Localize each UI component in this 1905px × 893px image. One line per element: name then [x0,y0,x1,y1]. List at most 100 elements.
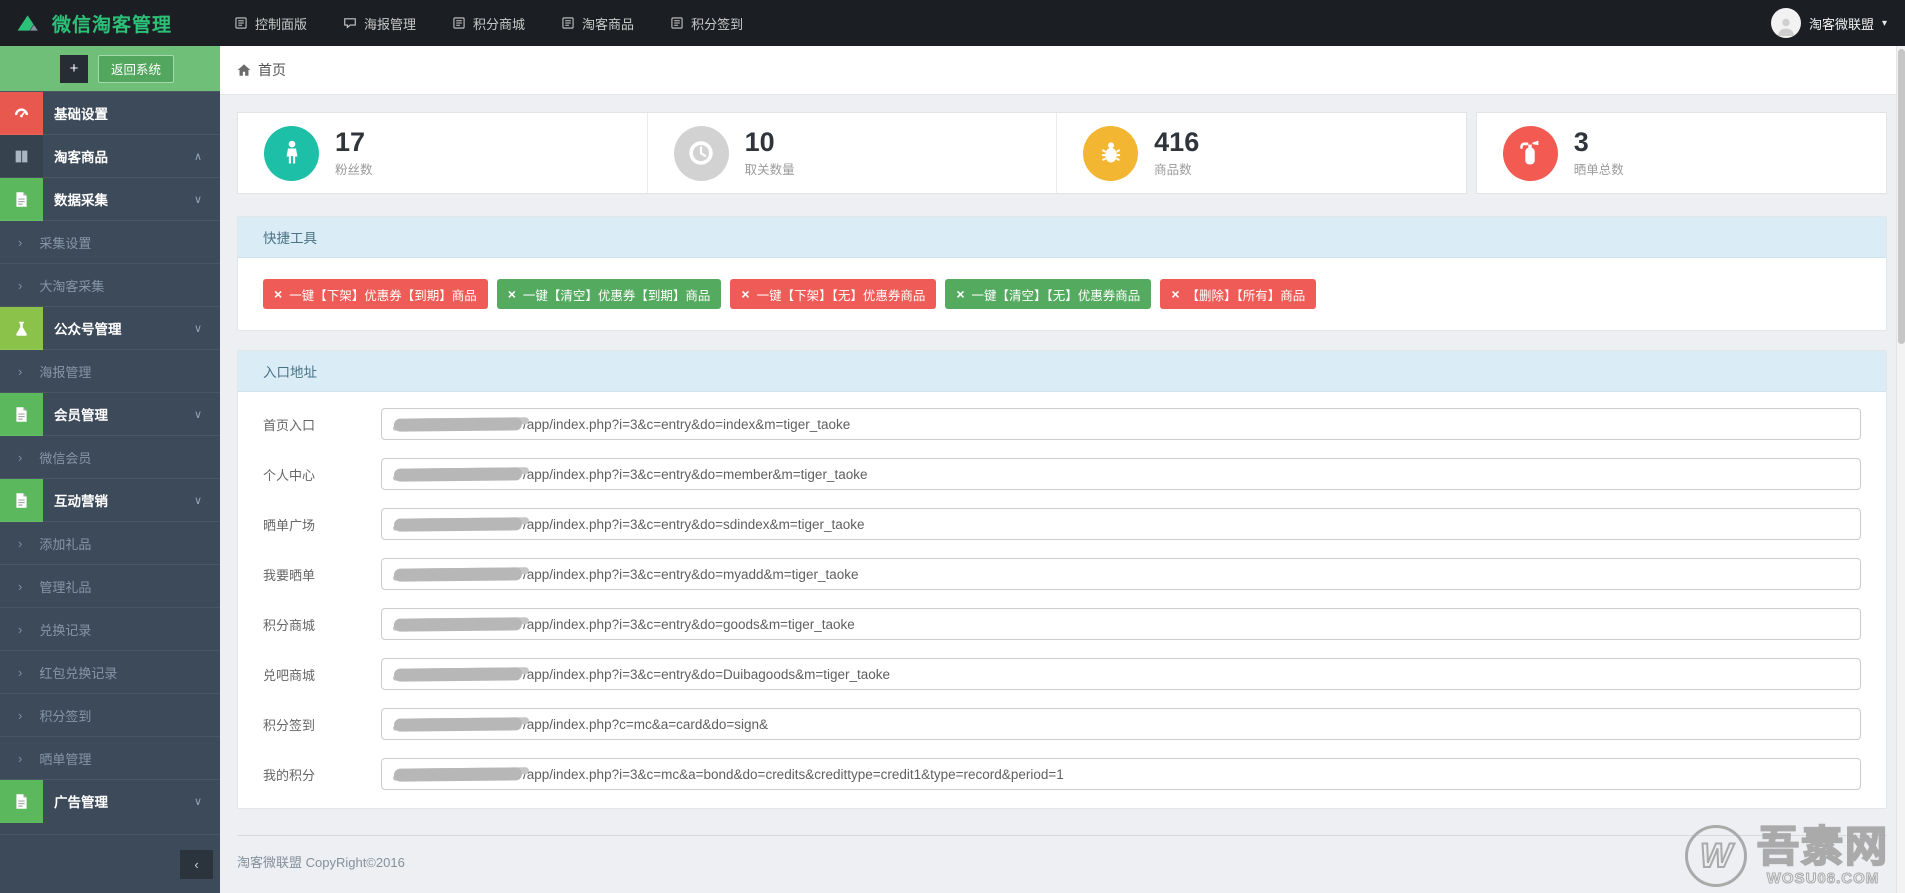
stat-value: 3 [1573,126,1589,157]
entry-field-label: 晒单广场 [263,517,316,533]
redacted-domain [393,716,523,732]
sidebar-item[interactable]: 广告管理 ∨ [0,779,220,823]
sidebar-subitem[interactable]: › 大淘客采集 [0,263,220,306]
home-icon [237,63,251,77]
entry-url-input[interactable]: /app/index.php?i=3&c=entry&do=index&m=ti… [381,408,1861,440]
chevron-down-icon: ▾ [1881,17,1887,29]
entry-field-row: 积分签到 /app/index.php?c=mc&a=card&do=sign& [263,708,1861,740]
stat-card: 416 商品数 [1056,113,1466,193]
sidebar-item[interactable]: 基础设置 [0,91,220,135]
chevron-down-icon: ∨ [193,795,202,808]
redacted-domain [393,766,523,782]
stat-label: 晒单总数 [1573,163,1624,178]
entry-field-row: 我要晒单 /app/index.php?i=3&c=entry&do=myadd… [263,558,1861,590]
breadcrumb-home[interactable]: 首页 [258,60,286,80]
return-system-button[interactable]: 返回系统 [98,54,175,83]
entry-panel-body: 首页入口 /app/index.php?i=3&c=entry&do=index… [238,392,1886,808]
page-footer: 淘客微联盟 CopyRight©2016 [237,835,1887,872]
sidebar-subitem[interactable]: › 微信会员 [0,435,220,478]
user-menu[interactable]: 淘客微联盟 ▾ [1770,8,1905,38]
sidebar-subitem[interactable]: › 兑换记录 [0,607,220,650]
entry-url-input[interactable]: /app/index.php?i=3&c=entry&do=sdindex&m=… [381,508,1861,540]
sidebar-item[interactable]: 会员管理 ∨ [0,392,220,436]
sidebar-subitem[interactable]: › 添加礼品 [0,521,220,564]
scrollbar-thumb[interactable] [1898,49,1905,344]
quick-tool-button[interactable]: × 一键【清空】优惠券【到期】商品 [496,279,722,309]
stat-value: 416 [1154,126,1200,157]
entry-url-text: /app/index.php?i=3&c=entry&do=sdindex&m=… [523,516,865,532]
chevron-down-icon: ∨ [193,408,202,421]
plus-button[interactable]: + [60,54,88,83]
sidebar-header: + 返回系统 [0,46,220,91]
stats-group: 17 粉丝数 10 取关数量 416 商品数 [237,112,1467,194]
stat-card: 3 晒单总数 [1477,113,1886,193]
sidebar-subitem[interactable]: › 积分签到 [0,693,220,736]
chevron-down-icon: ∨ [193,193,202,206]
stat-value: 17 [335,126,366,157]
quick-tool-button[interactable]: × 一键【下架】优惠券【到期】商品 [263,279,488,309]
brand[interactable]: 微信淘客管理 [0,10,220,37]
app-root: 微信淘客管理 控制面版 海报管理 积分商城 淘客商品 积分签到 淘客微联盟 ▾ … [0,0,1905,893]
close-icon: × [741,286,750,302]
stats-row: 17 粉丝数 10 取关数量 416 商品数 3 晒单总数 [237,112,1887,194]
entry-field-label: 我要晒单 [263,567,316,583]
flask-icon [0,306,43,350]
entry-field-label: 积分商城 [263,617,316,633]
top-menu-item[interactable]: 积分商城 [452,14,525,33]
top-menu-item[interactable]: 海报管理 [343,14,416,33]
sidebar-subitem[interactable]: › 红包兑换记录 [0,650,220,693]
sidebar-collapse-button[interactable]: ‹ [180,850,213,879]
file-icon [0,392,43,436]
entry-field-label: 首页入口 [263,417,316,433]
stat-value: 10 [744,126,775,157]
user-icon [264,125,319,181]
entry-url-input[interactable]: /app/index.php?i=3&c=entry&do=member&m=t… [381,458,1861,490]
avatar [1770,8,1801,38]
username: 淘客微联盟 [1808,16,1874,32]
quick-tools-title: 快捷工具 [238,217,1886,258]
sidebar-item[interactable]: 公众号管理 ∨ [0,306,220,350]
sidebar-subitem[interactable]: › 晒单管理 [0,736,220,779]
entry-field-row: 我的积分 /app/index.php?i=3&c=mc&a=bond&do=c… [263,758,1861,790]
entry-url-input[interactable]: /app/index.php?i=3&c=entry&do=goods&m=ti… [381,608,1861,640]
sidebar-subitem[interactable]: › 管理礼品 [0,564,220,607]
redacted-domain [393,466,523,482]
entry-field-row: 晒单广场 /app/index.php?i=3&c=entry&do=sdind… [263,508,1861,540]
scrollbar[interactable] [1896,46,1905,893]
sidebar-item[interactable]: 淘客商品 ∧ [0,134,220,178]
entry-url-input[interactable]: /app/index.php?i=3&c=mc&a=bond&do=credit… [381,758,1861,790]
sidebar-item[interactable]: 互动营销 ∨ [0,478,220,522]
entry-field-label: 积分签到 [263,717,316,733]
entry-url-input[interactable]: /app/index.php?i=3&c=entry&do=myadd&m=ti… [381,558,1861,590]
chevron-right-icon: › [18,707,23,723]
redacted-domain [393,516,523,532]
chevron-right-icon: › [18,234,23,250]
top-menu-item[interactable]: 淘客商品 [561,14,634,33]
quick-tools-panel: 快捷工具 × 一键【下架】优惠券【到期】商品 × 一键【清空】优惠券【到期】商品… [237,216,1887,331]
quick-tool-button[interactable]: × 一键【清空】【无】优惠券商品 [945,279,1152,309]
stat-label: 商品数 [1154,163,1192,178]
sidebar-item[interactable]: 数据采集 ∨ [0,177,220,221]
redacted-domain [393,666,523,682]
chevron-down-icon: ∨ [193,322,202,335]
sidebar-subitem[interactable]: › 采集设置 [0,220,220,263]
entry-url-input[interactable]: /app/index.php?i=3&c=entry&do=Duibagoods… [381,658,1861,690]
entry-field-label: 兑吧商城 [263,667,316,683]
comment-icon [343,16,357,30]
sidebar-subitem[interactable]: › 海报管理 [0,349,220,392]
chevron-right-icon: › [18,449,23,465]
top-menu: 控制面版 海报管理 积分商城 淘客商品 积分签到 [234,14,1771,33]
stat-card: 10 取关数量 [646,113,1057,193]
entry-url-text: /app/index.php?i=3&c=entry&do=goods&m=ti… [523,616,855,632]
top-menu-item[interactable]: 控制面版 [234,14,307,33]
quick-tool-button[interactable]: × 一键【下架】【无】优惠券商品 [730,279,937,309]
entry-url-input[interactable]: /app/index.php?c=mc&a=card&do=sign& [381,708,1861,740]
top-menu-item[interactable]: 积分签到 [670,14,743,33]
redacted-domain [393,416,523,432]
close-icon: × [956,286,965,302]
entry-field-row: 兑吧商城 /app/index.php?i=3&c=entry&do=Duiba… [263,658,1861,690]
quick-tool-button[interactable]: × 【删除】【所有】商品 [1160,279,1317,309]
panel-icon [234,16,248,30]
close-icon: × [1171,286,1180,302]
close-icon: × [274,286,283,302]
